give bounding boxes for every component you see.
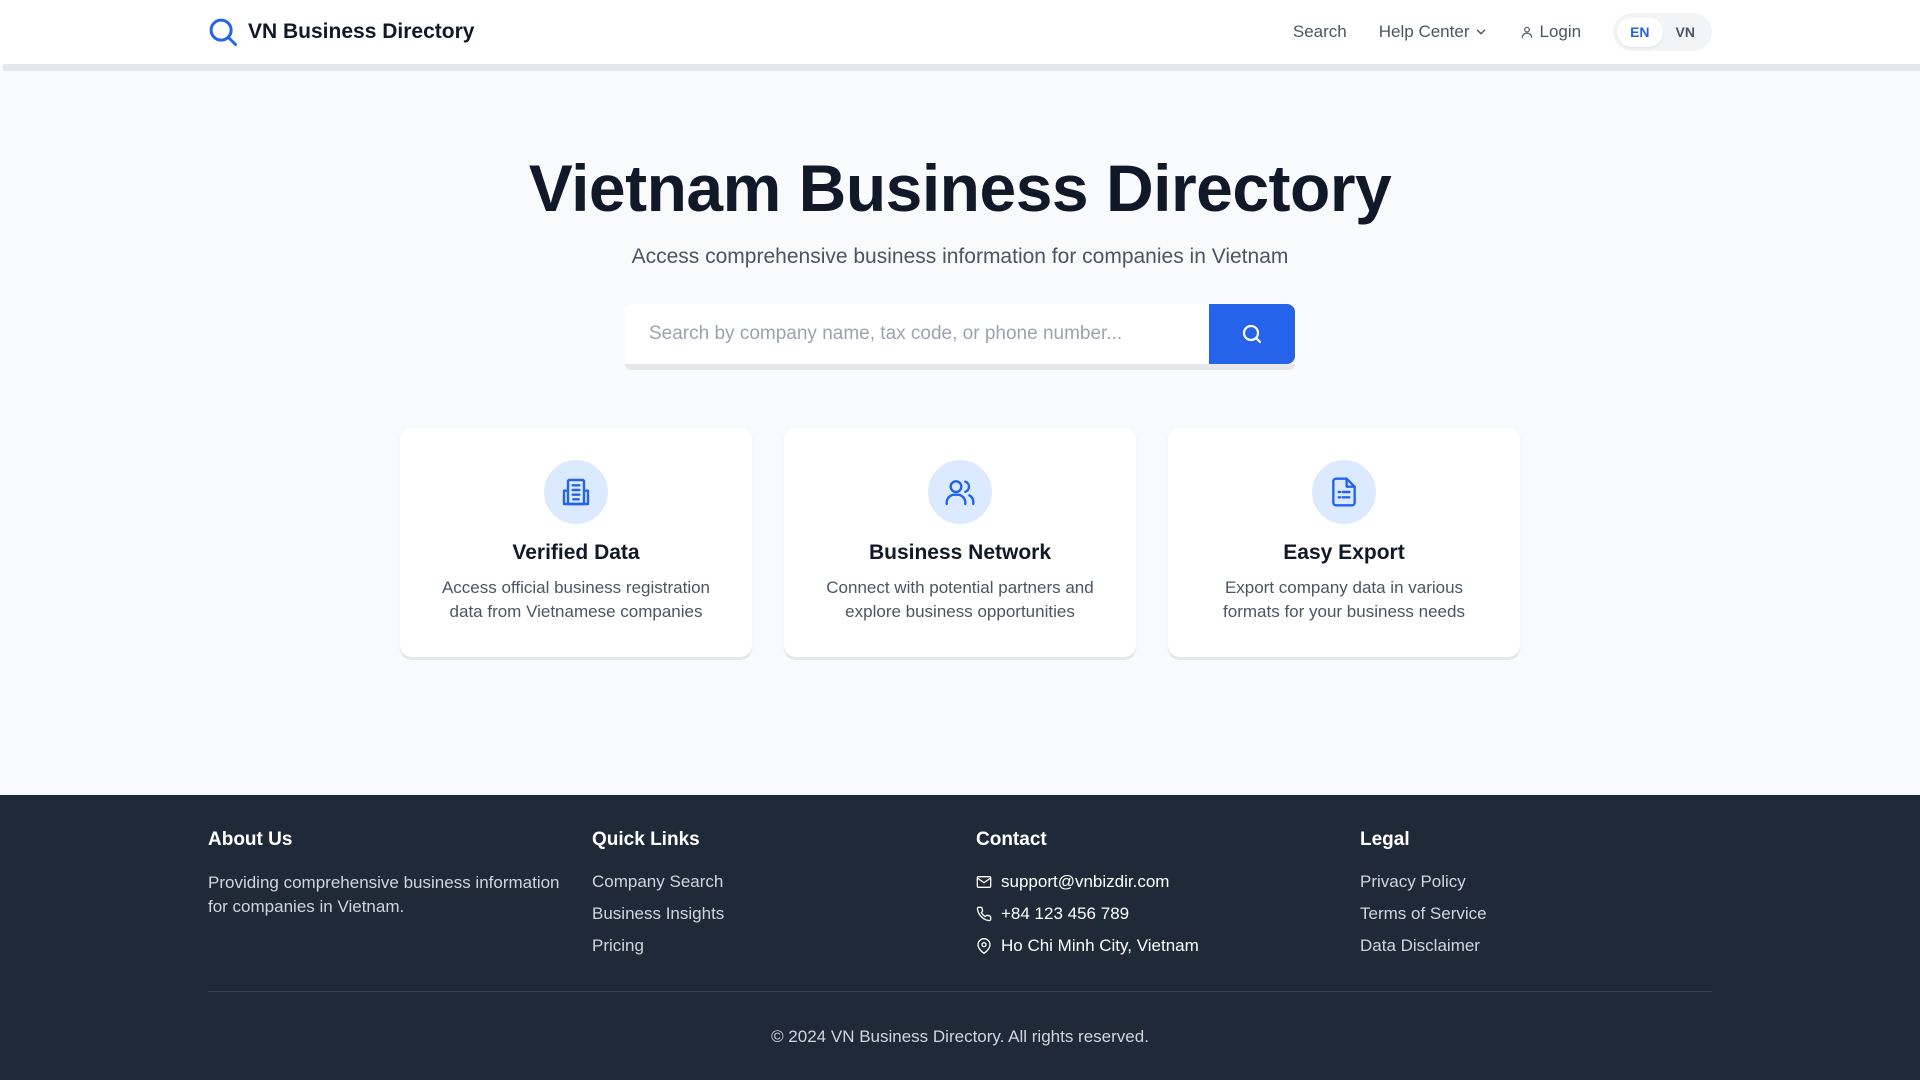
search-bar-shadow xyxy=(625,364,1295,370)
feature-icon-circle xyxy=(928,460,992,524)
footer-link-pricing[interactable]: Pricing xyxy=(592,935,952,967)
footer-link-company-search[interactable]: Company Search xyxy=(592,871,952,903)
hero-search-bar xyxy=(625,304,1295,370)
footer-email[interactable]: support@vnbizdir.com xyxy=(976,871,1336,903)
footer-copyright: © 2024 VN Business Directory. All rights… xyxy=(771,1027,1149,1046)
top-navbar: VN Business Directory Search Help Center… xyxy=(0,0,1920,64)
footer-divider xyxy=(208,991,1712,992)
users-icon xyxy=(945,480,975,506)
document-icon xyxy=(1332,477,1356,507)
brand-name: VN Business Directory xyxy=(248,20,475,43)
footer-quick-links-column: Quick Links Company Search Business Insi… xyxy=(592,829,952,967)
hero-subtitle: Access comprehensive business informatio… xyxy=(631,245,1289,268)
footer-link-business-insights[interactable]: Business Insights xyxy=(592,903,952,935)
lang-vn-button[interactable]: VN xyxy=(1663,17,1708,47)
help-center-dropdown[interactable]: Help Center xyxy=(1379,22,1489,42)
user-icon xyxy=(1522,26,1533,38)
login-label: Login xyxy=(1539,22,1582,41)
login-link[interactable]: Login xyxy=(1520,22,1581,42)
map-pin-icon xyxy=(977,938,991,954)
nav-search-link[interactable]: Search xyxy=(1293,22,1347,42)
phone-icon xyxy=(976,906,992,922)
nav-search-label: Search xyxy=(1292,22,1347,41)
feature-title: Easy Export xyxy=(1283,541,1405,564)
brand-logo-link[interactable]: VN Business Directory xyxy=(208,14,474,50)
language-switcher: EN VN xyxy=(1613,13,1712,51)
footer-address: Ho Chi Minh City, Vietnam xyxy=(976,935,1336,967)
footer-about-column: About Us Providing comprehensive busines… xyxy=(208,829,568,919)
search-submit-button[interactable] xyxy=(1209,304,1295,364)
feature-icon-circle xyxy=(544,460,608,524)
footer-address-text: Ho Chi Minh City, Vietnam xyxy=(1001,936,1199,955)
footer-phone[interactable]: +84 123 456 789 xyxy=(976,903,1336,935)
footer-contact-column: Contact support@vnbizdir.com +84 123 456… xyxy=(976,829,1336,967)
header-divider xyxy=(3,64,1920,71)
footer-email-text: support@vnbizdir.com xyxy=(1001,872,1170,891)
chevron-down-icon xyxy=(1477,29,1486,35)
footer-link-data-disclaimer[interactable]: Data Disclaimer xyxy=(1360,935,1720,967)
search-input-wrapper xyxy=(625,304,1295,370)
footer-phone-text: +84 123 456 789 xyxy=(1001,904,1130,923)
footer-link-terms-of-service[interactable]: Terms of Service xyxy=(1360,903,1720,935)
feature-title: Verified Data xyxy=(512,541,640,564)
hero-title: Vietnam Business Directory xyxy=(528,151,1392,225)
footer-contact-heading: Contact xyxy=(976,829,1047,850)
main-nav: Search Help Center Login EN VN xyxy=(1293,12,1712,52)
mail-icon xyxy=(976,876,992,888)
help-center-label: Help Center xyxy=(1378,22,1470,41)
feature-card-verified-data: Verified Data Access official business r… xyxy=(400,428,752,657)
feature-description: Access official business registration da… xyxy=(441,578,711,621)
feature-card-easy-export: Easy Export Export company data in vario… xyxy=(1168,428,1520,657)
footer-link-privacy-policy[interactable]: Privacy Policy xyxy=(1360,871,1720,903)
company-search-input[interactable] xyxy=(625,304,1209,364)
search-icon xyxy=(1242,324,1262,344)
footer-legal-column: Legal Privacy Policy Terms of Service Da… xyxy=(1360,829,1720,967)
feature-description: Connect with potential partners and expl… xyxy=(826,578,1094,621)
building-icon xyxy=(562,478,590,506)
feature-card-business-network: Business Network Connect with potential … xyxy=(784,428,1136,657)
search-logo-icon xyxy=(209,18,237,46)
feature-description: Export company data in various formats f… xyxy=(1223,578,1465,621)
feature-title: Business Network xyxy=(868,541,1052,564)
lang-en-button[interactable]: EN xyxy=(1617,17,1663,47)
footer-about-heading: About Us xyxy=(208,829,293,850)
footer-about-text: Providing comprehensive business informa… xyxy=(208,873,560,916)
feature-icon-circle xyxy=(1312,460,1376,524)
footer-quick-links-heading: Quick Links xyxy=(592,829,700,850)
page-footer: About Us Providing comprehensive busines… xyxy=(0,795,1920,1080)
footer-legal-heading: Legal xyxy=(1360,829,1410,850)
